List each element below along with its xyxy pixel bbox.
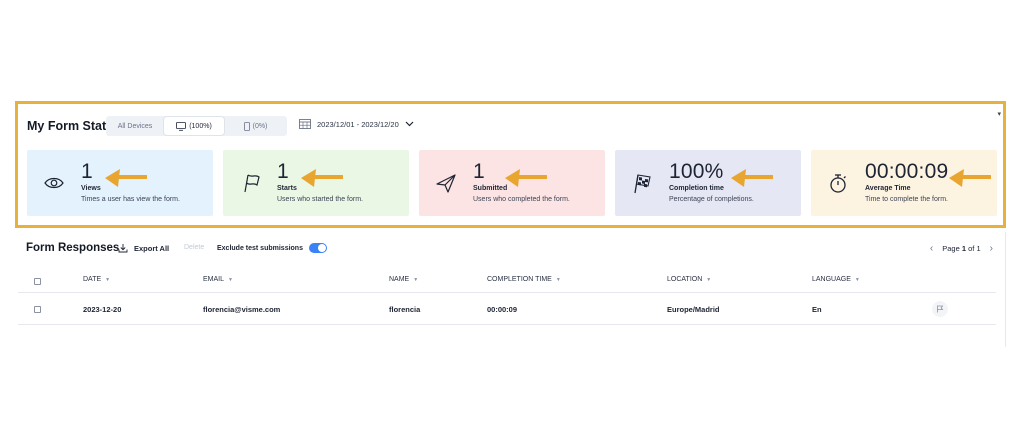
desktop-icon bbox=[176, 121, 187, 131]
column-completion-label: COMPLETION TIME bbox=[487, 276, 552, 283]
cell-email: florencia@visme.com bbox=[203, 305, 281, 314]
export-all-button[interactable]: Export All bbox=[118, 243, 169, 253]
checkered-flag-icon bbox=[634, 174, 651, 194]
stat-card-submitted: 1 Submitted Users who completed the form… bbox=[419, 150, 605, 216]
exclude-test-submissions: Exclude test submissions bbox=[217, 243, 327, 253]
export-all-label: Export All bbox=[134, 243, 170, 253]
page-total: 1 bbox=[976, 244, 981, 253]
column-email-label: EMAIL bbox=[203, 276, 225, 283]
pagination: ‹ Page 1 of 1 › bbox=[930, 243, 993, 254]
column-email[interactable]: EMAIL ▼ bbox=[203, 276, 233, 283]
column-language-label: LANGUAGE bbox=[812, 276, 851, 283]
calendar-icon bbox=[299, 119, 311, 129]
average-time-value: 00:00:09 bbox=[865, 160, 949, 183]
annotation-arrow-icon bbox=[731, 169, 773, 187]
stats-title: My Form Stats bbox=[27, 119, 114, 133]
sort-icon: ▼ bbox=[228, 276, 233, 283]
device-all-button[interactable]: All Devices bbox=[106, 117, 164, 135]
completion-value: 100% bbox=[669, 160, 724, 183]
device-desktop-button[interactable]: (100%) bbox=[164, 117, 224, 135]
row-checkbox[interactable] bbox=[34, 306, 41, 313]
page-current: 1 bbox=[961, 244, 967, 253]
stopwatch-icon bbox=[830, 174, 846, 193]
column-language[interactable]: LANGUAGE ▼ bbox=[812, 276, 860, 283]
chevron-left-icon[interactable]: ‹ bbox=[930, 243, 933, 254]
average-time-description: Time to complete the form. bbox=[865, 196, 948, 203]
views-description: Times a user has view the form. bbox=[81, 196, 180, 203]
paper-plane-icon bbox=[436, 174, 456, 193]
column-name[interactable]: NAME ▼ bbox=[389, 276, 418, 283]
table-header: DATE ▼ EMAIL ▼ NAME ▼ COMPLETION TIME ▼ LOCA… bbox=[18, 272, 996, 292]
cell-location: Europe/Madrid bbox=[667, 305, 720, 314]
submitted-value: 1 bbox=[473, 160, 485, 183]
cell-date: 2023-12-20 bbox=[83, 305, 122, 314]
flag-response-button[interactable] bbox=[932, 301, 948, 317]
column-completion-time[interactable]: COMPLETION TIME ▼ bbox=[487, 276, 561, 283]
flag-icon bbox=[244, 174, 260, 193]
flag-icon bbox=[937, 305, 944, 313]
cell-language: En bbox=[812, 305, 822, 314]
stat-card-completion: 100% Completion time Percentage of compl… bbox=[615, 150, 801, 216]
column-location-label: LOCATION bbox=[667, 276, 703, 283]
table-row[interactable]: 2023-12-20 florencia@visme.com florencia… bbox=[18, 292, 996, 325]
device-mobile-label: (0%) bbox=[252, 122, 268, 130]
date-range-text: 2023/12/01 - 2023/12/20 bbox=[317, 119, 399, 129]
completion-label: Completion time bbox=[669, 185, 724, 192]
sort-icon: ▼ bbox=[854, 276, 860, 283]
page-prefix: Page bbox=[942, 244, 960, 253]
device-desktop-label: (100%) bbox=[189, 122, 212, 130]
sort-icon: ▼ bbox=[105, 276, 111, 283]
eye-icon bbox=[44, 177, 64, 189]
column-location[interactable]: LOCATION ▼ bbox=[667, 276, 711, 283]
stat-card-starts: 1 Starts Users who started the form. bbox=[223, 150, 409, 216]
exclude-test-label: Exclude test submissions bbox=[217, 244, 303, 252]
column-date[interactable]: DATE ▼ bbox=[83, 276, 110, 283]
starts-value: 1 bbox=[277, 160, 289, 183]
device-mobile-button[interactable]: (0%) bbox=[224, 117, 287, 135]
form-responses-panel: Form Responses Export All Delete Exclude… bbox=[18, 232, 1006, 347]
chevron-down-icon bbox=[405, 121, 414, 127]
responses-title: Form Responses bbox=[26, 242, 120, 254]
exclude-test-toggle[interactable] bbox=[308, 243, 327, 253]
stat-card-average-time: 00:00:09 Average Time Time to complete t… bbox=[811, 150, 997, 216]
completion-description: Percentage of completions. bbox=[669, 196, 754, 203]
form-stats-panel: My Form Stats All Devices (100%) (0%) 20… bbox=[15, 101, 1006, 228]
annotation-arrow-icon bbox=[105, 169, 147, 187]
date-range-picker[interactable]: 2023/12/01 - 2023/12/20 bbox=[299, 119, 414, 129]
views-value: 1 bbox=[81, 160, 93, 183]
annotation-arrow-icon bbox=[949, 169, 991, 187]
chevron-right-icon[interactable]: › bbox=[990, 243, 993, 254]
sort-icon: ▼ bbox=[555, 276, 561, 283]
page-indicator: Page 1 of 1 bbox=[942, 244, 980, 253]
views-label: Views bbox=[81, 185, 101, 192]
download-icon bbox=[118, 244, 128, 253]
sort-icon: ▼ bbox=[706, 276, 712, 283]
device-all-label: All Devices bbox=[117, 122, 153, 130]
annotation-arrow-icon bbox=[301, 169, 343, 187]
average-time-label: Average Time bbox=[865, 185, 911, 192]
stats-header: My Form Stats All Devices (100%) (0%) 20… bbox=[18, 104, 1003, 150]
cell-name: florencia bbox=[389, 305, 421, 314]
starts-description: Users who started the form. bbox=[277, 196, 363, 203]
annotation-arrow-icon bbox=[505, 169, 547, 187]
column-name-label: NAME bbox=[389, 276, 410, 283]
column-date-label: DATE bbox=[83, 276, 102, 283]
delete-button[interactable]: Delete bbox=[184, 244, 204, 251]
stat-card-views: 1 Views Times a user has view the form. bbox=[27, 150, 213, 216]
page-sep: of bbox=[968, 244, 975, 253]
starts-label: Starts bbox=[277, 185, 297, 192]
sort-icon: ▼ bbox=[413, 276, 419, 283]
submitted-description: Users who completed the form. bbox=[473, 196, 570, 203]
device-filter: All Devices (100%) (0%) bbox=[106, 116, 287, 136]
mobile-icon bbox=[243, 121, 250, 131]
collapse-caret-icon[interactable]: ▾ bbox=[997, 110, 1001, 118]
select-all-checkbox[interactable] bbox=[34, 278, 41, 285]
cell-completion-time: 00:00:09 bbox=[487, 305, 518, 314]
